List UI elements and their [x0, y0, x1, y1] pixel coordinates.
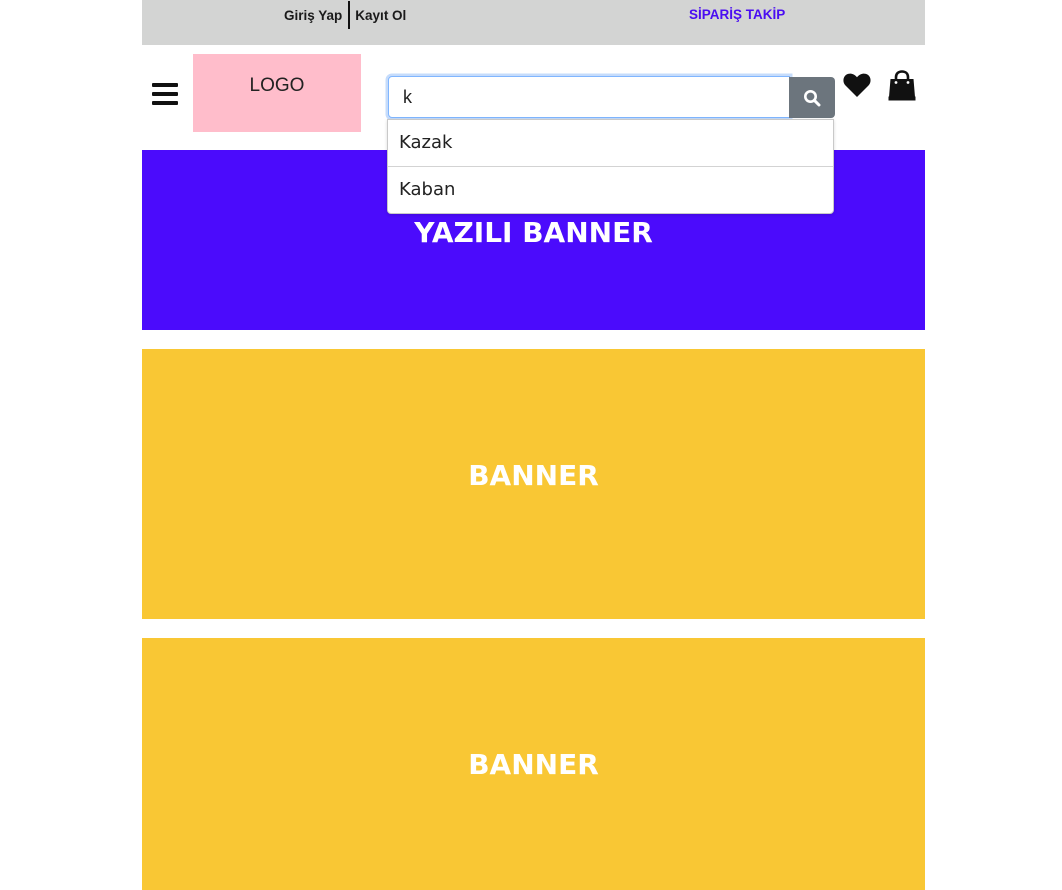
banner-1[interactable]: BANNER: [142, 349, 925, 619]
suggestion-item[interactable]: Kaban: [388, 167, 833, 213]
top-bar: Giriş Yap Kayıt Ol SİPARİŞ TAKİP: [142, 0, 925, 45]
search-input[interactable]: [388, 76, 790, 118]
shopping-bag-icon[interactable]: [887, 70, 917, 102]
banner-2[interactable]: BANNER: [142, 638, 925, 890]
suggestion-item[interactable]: Kazak: [388, 120, 833, 167]
order-tracking-link[interactable]: SİPARİŞ TAKİP: [689, 7, 785, 22]
login-link[interactable]: Giriş Yap: [284, 8, 342, 23]
search-suggestions: Kazak Kaban: [387, 119, 834, 214]
search-icon: [804, 89, 821, 106]
search-button[interactable]: [789, 77, 835, 118]
logo[interactable]: LOGO: [193, 54, 361, 132]
auth-links: Giriş Yap Kayıt Ol: [284, 0, 406, 30]
banner-2-label: BANNER: [468, 748, 599, 781]
heart-icon[interactable]: [842, 70, 872, 100]
page: Giriş Yap Kayıt Ol SİPARİŞ TAKİP LOGO YA…: [142, 0, 925, 890]
auth-divider: [348, 1, 351, 29]
text-banner-label: YAZILI BANNER: [414, 216, 653, 249]
banner-1-label: BANNER: [468, 459, 599, 492]
hamburger-menu-icon[interactable]: [152, 83, 178, 105]
register-link[interactable]: Kayıt Ol: [355, 8, 406, 23]
logo-text: LOGO: [249, 75, 305, 96]
